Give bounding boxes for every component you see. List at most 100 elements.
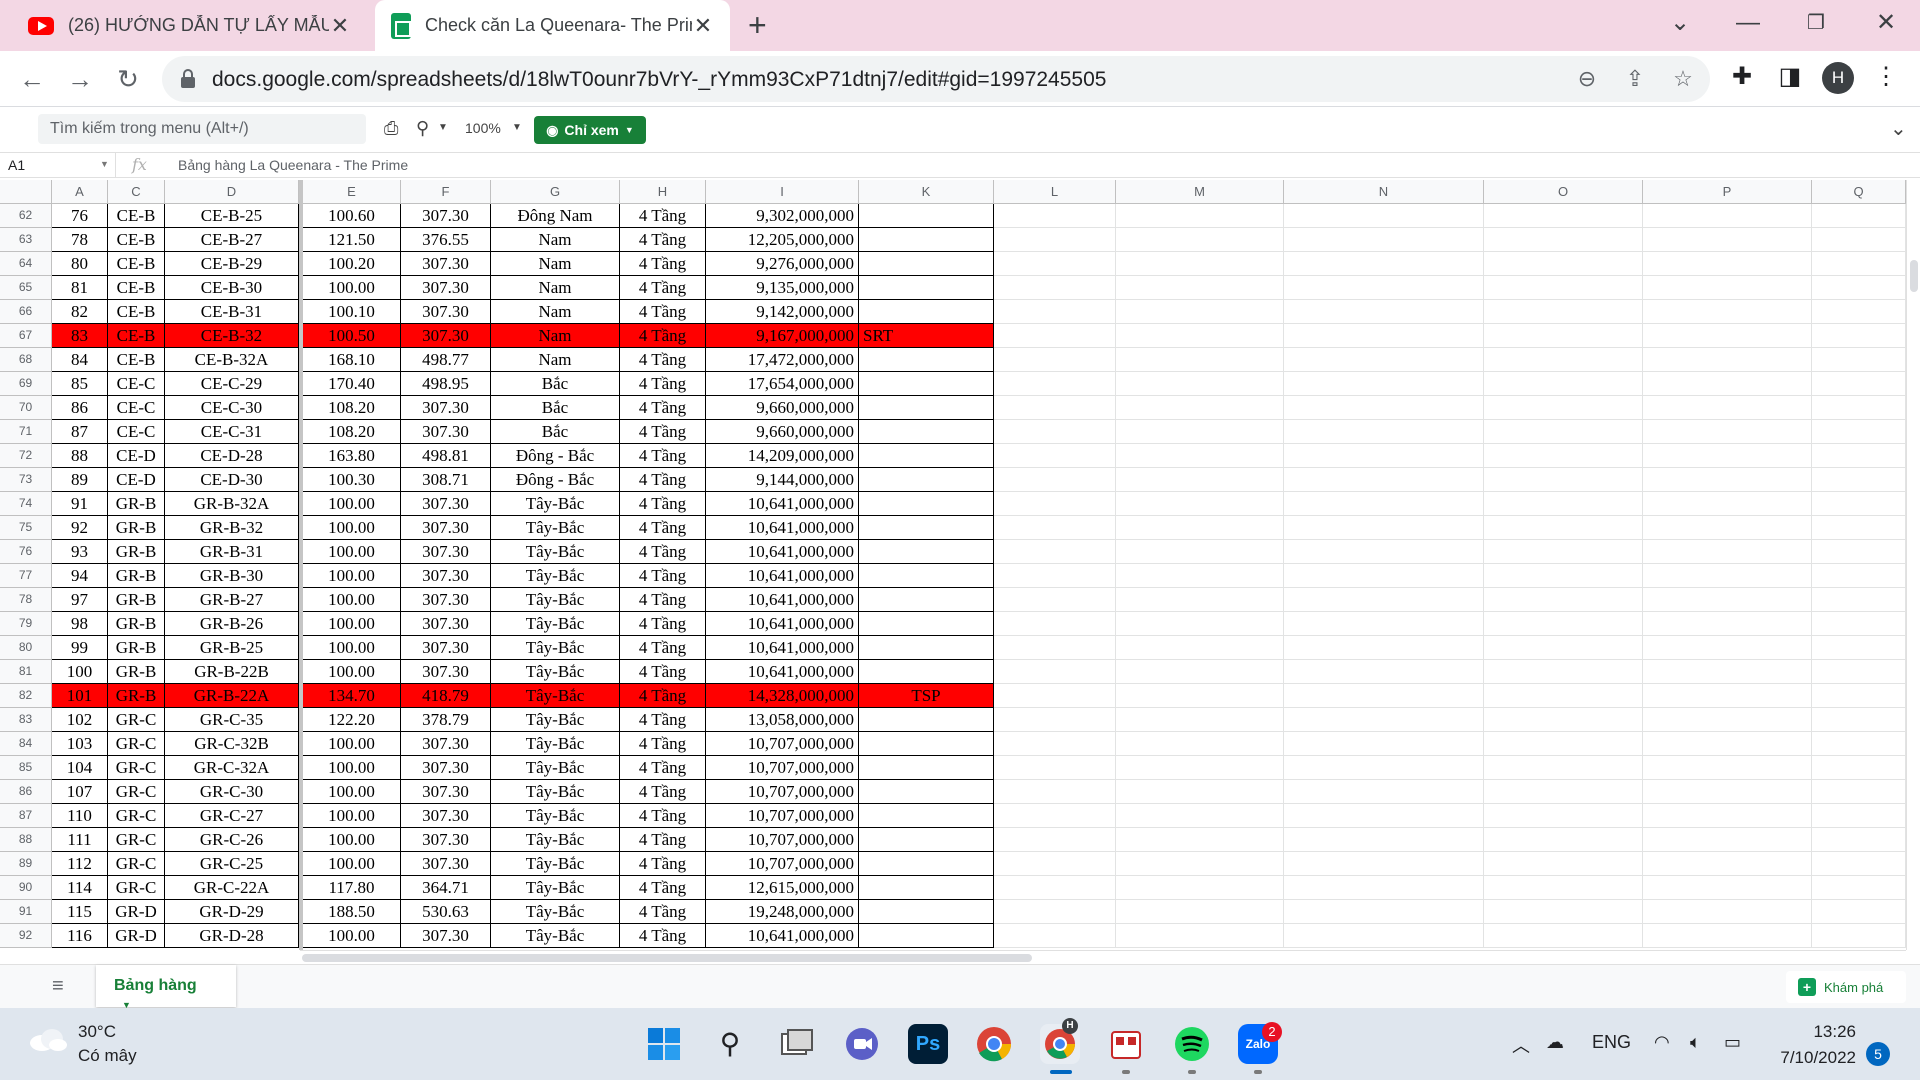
cell-h[interactable]: 4 Tầng bbox=[620, 540, 706, 564]
cell-c[interactable]: CE-C bbox=[108, 396, 165, 420]
cell-g[interactable]: Tây-Bắc bbox=[491, 828, 620, 852]
row-header[interactable]: 85 bbox=[0, 756, 52, 780]
empty-cell[interactable] bbox=[1116, 396, 1284, 420]
cell-g[interactable]: Nam bbox=[491, 228, 620, 252]
empty-cell[interactable] bbox=[1812, 396, 1906, 420]
column-header[interactable]: N bbox=[1284, 180, 1484, 204]
cell-c[interactable]: CE-C bbox=[108, 420, 165, 444]
cell-g[interactable]: Tây-Bắc bbox=[491, 780, 620, 804]
row-header[interactable]: 82 bbox=[0, 684, 52, 708]
empty-cell[interactable] bbox=[994, 780, 1116, 804]
cell-a[interactable]: 83 bbox=[52, 324, 108, 348]
row-header[interactable]: 62 bbox=[0, 204, 52, 228]
empty-cell[interactable] bbox=[1484, 564, 1643, 588]
cell-h[interactable]: 4 Tầng bbox=[620, 828, 706, 852]
cell-d[interactable]: GR-C-27 bbox=[165, 804, 299, 828]
cell-a[interactable]: 80 bbox=[52, 252, 108, 276]
cell-h[interactable]: 4 Tầng bbox=[620, 612, 706, 636]
empty-cell[interactable] bbox=[1116, 324, 1284, 348]
cell-g[interactable]: Tây-Bắc bbox=[491, 540, 620, 564]
cell-f[interactable]: 307.30 bbox=[401, 492, 491, 516]
cell-k[interactable] bbox=[859, 348, 994, 372]
row-header[interactable]: 88 bbox=[0, 828, 52, 852]
cell-a[interactable]: 88 bbox=[52, 444, 108, 468]
cell-d[interactable]: GR-B-26 bbox=[165, 612, 299, 636]
cell-h[interactable]: 4 Tầng bbox=[620, 900, 706, 924]
empty-cell[interactable] bbox=[1812, 564, 1906, 588]
empty-cell[interactable] bbox=[1116, 468, 1284, 492]
cell-f[interactable]: 378.79 bbox=[401, 708, 491, 732]
empty-cell[interactable] bbox=[1284, 660, 1484, 684]
empty-cell[interactable] bbox=[1643, 564, 1812, 588]
task-view-icon[interactable] bbox=[776, 1024, 816, 1064]
cell-e[interactable]: 168.10 bbox=[303, 348, 401, 372]
empty-cell[interactable] bbox=[1484, 684, 1643, 708]
empty-cell[interactable] bbox=[1284, 492, 1484, 516]
cell-h[interactable]: 4 Tầng bbox=[620, 756, 706, 780]
empty-cell[interactable] bbox=[994, 324, 1116, 348]
cell-g[interactable]: Bắc bbox=[491, 396, 620, 420]
formula-input[interactable]: Bảng hàng La Queenara - The Prime bbox=[178, 157, 408, 173]
empty-cell[interactable] bbox=[1812, 420, 1906, 444]
cell-k[interactable] bbox=[859, 372, 994, 396]
row-header[interactable]: 86 bbox=[0, 780, 52, 804]
cell-k[interactable] bbox=[859, 564, 994, 588]
empty-cell[interactable] bbox=[1116, 684, 1284, 708]
cell-e[interactable]: 100.20 bbox=[303, 252, 401, 276]
cell-h[interactable]: 4 Tầng bbox=[620, 348, 706, 372]
row-header[interactable]: 65 bbox=[0, 276, 52, 300]
cell-h[interactable]: 4 Tầng bbox=[620, 444, 706, 468]
cell-f[interactable]: 307.30 bbox=[401, 780, 491, 804]
language-indicator[interactable]: ENG bbox=[1592, 1032, 1631, 1053]
empty-cell[interactable] bbox=[994, 564, 1116, 588]
cell-c[interactable]: CE-B bbox=[108, 348, 165, 372]
restore-button[interactable]: ❐ bbox=[1796, 8, 1836, 38]
cell-f[interactable]: 307.30 bbox=[401, 252, 491, 276]
cell-f[interactable]: 308.71 bbox=[401, 468, 491, 492]
empty-cell[interactable] bbox=[1812, 468, 1906, 492]
cell-a[interactable]: 111 bbox=[52, 828, 108, 852]
empty-cell[interactable] bbox=[1643, 588, 1812, 612]
cell-c[interactable]: CE-C bbox=[108, 372, 165, 396]
cell-k[interactable]: SRT bbox=[859, 324, 994, 348]
cell-k[interactable] bbox=[859, 612, 994, 636]
cell-c[interactable]: GR-B bbox=[108, 564, 165, 588]
row-header[interactable]: 70 bbox=[0, 396, 52, 420]
cell-g[interactable]: Tây-Bắc bbox=[491, 492, 620, 516]
empty-cell[interactable] bbox=[994, 924, 1116, 948]
cell-i[interactable]: 9,660,000,000 bbox=[706, 396, 859, 420]
cell-a[interactable]: 101 bbox=[52, 684, 108, 708]
cell-h[interactable]: 4 Tầng bbox=[620, 924, 706, 948]
cell-e[interactable]: 100.00 bbox=[303, 780, 401, 804]
empty-cell[interactable] bbox=[1484, 756, 1643, 780]
empty-cell[interactable] bbox=[1812, 876, 1906, 900]
cell-d[interactable]: GR-C-32B bbox=[165, 732, 299, 756]
cell-h[interactable]: 4 Tầng bbox=[620, 516, 706, 540]
cell-k[interactable] bbox=[859, 780, 994, 804]
empty-cell[interactable] bbox=[1284, 756, 1484, 780]
empty-cell[interactable] bbox=[1643, 852, 1812, 876]
row-header[interactable]: 92 bbox=[0, 924, 52, 948]
empty-cell[interactable] bbox=[1484, 780, 1643, 804]
cell-f[interactable]: 307.30 bbox=[401, 204, 491, 228]
row-header[interactable]: 66 bbox=[0, 300, 52, 324]
reload-button[interactable]: ↻ bbox=[110, 61, 146, 97]
cell-k[interactable] bbox=[859, 828, 994, 852]
row-header[interactable]: 64 bbox=[0, 252, 52, 276]
cell-d[interactable]: CE-B-29 bbox=[165, 252, 299, 276]
empty-cell[interactable] bbox=[1643, 252, 1812, 276]
cell-c[interactable]: GR-B bbox=[108, 636, 165, 660]
print-icon[interactable]: ⎙ bbox=[384, 118, 398, 139]
empty-cell[interactable] bbox=[994, 852, 1116, 876]
empty-cell[interactable] bbox=[1116, 804, 1284, 828]
empty-cell[interactable] bbox=[1643, 516, 1812, 540]
row-header[interactable]: 63 bbox=[0, 228, 52, 252]
column-header[interactable]: L bbox=[994, 180, 1116, 204]
cell-d[interactable]: CE-C-31 bbox=[165, 420, 299, 444]
empty-cell[interactable] bbox=[1116, 372, 1284, 396]
column-header[interactable]: F bbox=[401, 180, 491, 204]
row-header[interactable]: 67 bbox=[0, 324, 52, 348]
empty-cell[interactable] bbox=[1812, 900, 1906, 924]
cell-i[interactable]: 10,641,000,000 bbox=[706, 492, 859, 516]
cell-i[interactable]: 9,135,000,000 bbox=[706, 276, 859, 300]
